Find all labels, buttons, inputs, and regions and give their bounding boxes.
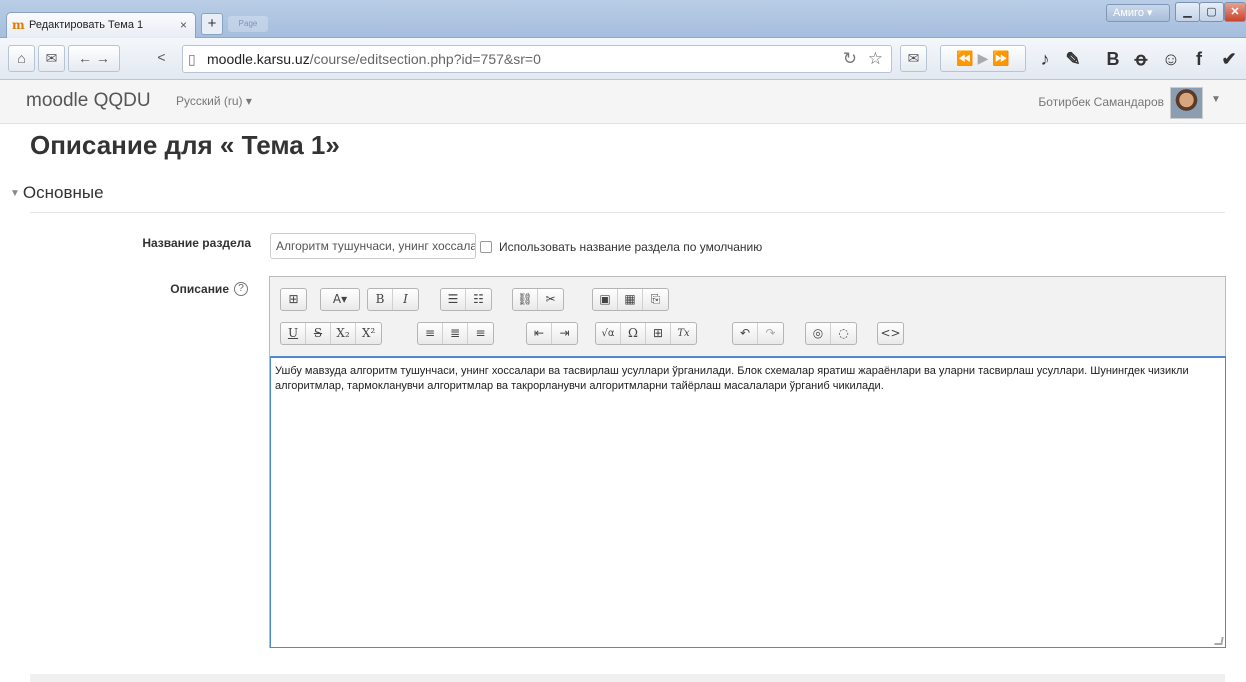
text-format-group: U S X₂ X²: [280, 322, 382, 345]
indent-icon[interactable]: ⇥: [552, 323, 577, 344]
html-group: <>: [877, 322, 904, 345]
help-icon[interactable]: ?: [234, 282, 248, 296]
align-right-icon[interactable]: ≡: [468, 323, 493, 344]
new-tab-button[interactable]: +: [201, 13, 223, 35]
vk-icon[interactable]: B: [1100, 46, 1126, 72]
bold-icon[interactable]: B: [368, 289, 393, 310]
reload-icon[interactable]: ↻: [843, 46, 857, 72]
toolbar-toggle-icon[interactable]: ⊞: [281, 289, 306, 310]
media-controls[interactable]: ⏪ ▶ ⏩: [940, 45, 1026, 72]
html-source-icon[interactable]: <>: [878, 323, 903, 344]
table-icon[interactable]: ⊞: [646, 323, 671, 344]
superscript-icon[interactable]: X²: [356, 323, 381, 344]
facebook-icon[interactable]: f: [1186, 46, 1212, 72]
avatar[interactable]: [1170, 87, 1203, 119]
user-menu-caret-icon[interactable]: ▼: [1211, 94, 1221, 105]
unlink-icon[interactable]: ✂: [538, 289, 563, 310]
language-menu[interactable]: Русский (ru) ▾: [176, 94, 252, 108]
default-name-checkbox[interactable]: [480, 241, 492, 253]
twitter-icon[interactable]: ✔: [1216, 46, 1242, 72]
mail-extension-icon[interactable]: ✉: [900, 45, 927, 72]
url-path: /course/editsection.php?id=757&sr=0: [309, 51, 541, 67]
editor-content[interactable]: Ушбу мавзуда алгоритм тушунчаси, унинг х…: [270, 356, 1226, 648]
moodle-navbar: moodle QQDU Русский (ru) ▾ Ботирбек Сама…: [0, 80, 1246, 124]
chat-icon[interactable]: ✎: [1060, 46, 1086, 72]
align-center-icon[interactable]: ≣: [443, 323, 468, 344]
browser-titlebar: m Редактировать Тема 1 × + Page Амиго ▾ …: [0, 0, 1246, 38]
undo-redo-group: ↶ ↷: [732, 322, 784, 345]
default-name-label: Использовать название раздела по умолчан…: [499, 240, 763, 254]
background-tab[interactable]: Page: [228, 16, 268, 32]
image-icon[interactable]: ▣: [593, 289, 618, 310]
underline-icon[interactable]: U: [281, 323, 306, 344]
home-icon[interactable]: ⌂: [8, 45, 35, 72]
close-window-button[interactable]: ✕: [1224, 2, 1246, 22]
collapse-caret-icon: ▼: [10, 188, 20, 199]
section-divider: [30, 212, 1225, 213]
tab-close-icon[interactable]: ×: [180, 13, 187, 37]
accessibility-group: ◎ ◌: [805, 322, 857, 345]
browser-tab[interactable]: m Редактировать Тема 1 ×: [6, 12, 196, 38]
form-footer: [30, 674, 1225, 682]
list-group: ☰ ☷: [440, 288, 492, 311]
minimize-button[interactable]: ▁: [1175, 2, 1200, 22]
collapse-toolbar-group: ⊞: [280, 288, 307, 311]
share-icon[interactable]: <: [148, 45, 175, 72]
align-left-icon[interactable]: ≡: [418, 323, 443, 344]
moodle-favicon-icon: m: [12, 18, 25, 32]
browser-user-label: Амиго: [1113, 7, 1144, 19]
strikethrough-icon[interactable]: S: [306, 323, 331, 344]
site-brand[interactable]: moodle QQDU: [26, 90, 151, 112]
bold-italic-group: B I: [367, 288, 419, 311]
ordered-list-icon[interactable]: ☷: [466, 289, 491, 310]
name-label: Название раздела: [142, 236, 251, 250]
description-label: Описание: [170, 282, 229, 296]
browser-toolbar: ⌂ ✉ ← → < ▯ moodle.karsu.uz/course/edits…: [0, 38, 1246, 80]
media-icon[interactable]: ▦: [618, 289, 643, 310]
unordered-list-icon[interactable]: ☰: [441, 289, 466, 310]
link-group: ⛓ ✂: [512, 288, 564, 311]
special-character-icon[interactable]: Ω: [621, 323, 646, 344]
section-toggle[interactable]: ▼ Основные: [10, 183, 104, 203]
bookmark-star-icon[interactable]: ☆: [868, 46, 883, 72]
music-icon[interactable]: ♪: [1032, 46, 1058, 72]
undo-icon[interactable]: ↶: [733, 323, 758, 344]
style-group: A▾: [320, 288, 360, 311]
odnoklassniki-icon[interactable]: ꝋ: [1128, 46, 1154, 72]
tab-title: Редактировать Тема 1: [29, 19, 144, 31]
mail-icon[interactable]: ✉: [38, 45, 65, 72]
my-world-icon[interactable]: ☺: [1158, 46, 1184, 72]
paragraph-style-icon[interactable]: A▾: [321, 289, 359, 310]
screenreader-helper-icon[interactable]: ◌: [831, 323, 856, 344]
redo-icon[interactable]: ↷: [758, 323, 783, 344]
section-heading: Основные: [22, 183, 104, 202]
indent-group: ⇤ ⇥: [526, 322, 578, 345]
italic-icon[interactable]: I: [393, 289, 418, 310]
media-group: ▣ ▦ ⎘: [592, 288, 669, 311]
file-manager-icon[interactable]: ⎘: [643, 289, 668, 310]
resize-handle-icon[interactable]: [1214, 637, 1224, 645]
clear-formatting-icon[interactable]: Tx: [671, 323, 696, 344]
insert-group: √α Ω ⊞ Tx: [595, 322, 697, 345]
section-name-input[interactable]: Алгоритм тушунчаси, унинг хоссалари: [270, 233, 476, 259]
outdent-icon[interactable]: ⇤: [527, 323, 552, 344]
accessibility-checker-icon[interactable]: ◎: [806, 323, 831, 344]
page-icon: ▯: [188, 51, 196, 67]
user-name[interactable]: Ботирбек Самандаров: [1038, 95, 1164, 109]
subscript-icon[interactable]: X₂: [331, 323, 356, 344]
page-title: Описание для « Тема 1»: [30, 130, 340, 160]
equation-icon[interactable]: √α: [596, 323, 621, 344]
link-icon[interactable]: ⛓: [513, 289, 538, 310]
description-editor: ⊞ A▾ B I ☰ ☷ ⛓ ✂ ▣ ▦ ⎘ U S X₂ X² ≡ ≣ ≡ ⇤…: [269, 276, 1226, 648]
back-forward-buttons[interactable]: ← →: [68, 45, 120, 72]
maximize-button[interactable]: ▢: [1199, 2, 1224, 22]
align-group: ≡ ≣ ≡: [417, 322, 494, 345]
browser-user-button[interactable]: Амиго ▾: [1106, 4, 1170, 22]
url-host: moodle.karsu.uz: [207, 51, 310, 67]
address-bar[interactable]: ▯ moodle.karsu.uz/course/editsection.php…: [182, 45, 892, 73]
